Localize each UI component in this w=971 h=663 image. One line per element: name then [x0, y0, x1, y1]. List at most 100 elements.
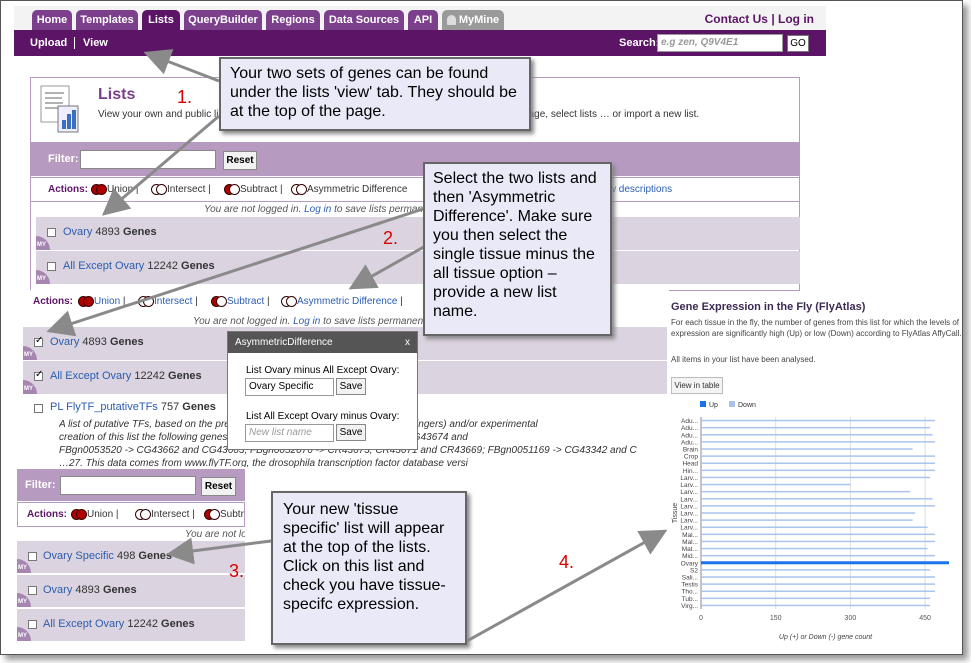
bar-down	[701, 476, 931, 479]
intersect-icon	[138, 296, 154, 307]
list-checkbox[interactable]	[34, 335, 43, 347]
y-tick-label: Sali...	[682, 575, 698, 582]
new-list-name-input-1[interactable]: Ovary Specific	[245, 378, 334, 396]
subnav-view[interactable]: View	[74, 37, 108, 49]
list-name[interactable]: All Except Ovary	[63, 260, 144, 272]
y-tick-label: Mal...	[682, 539, 698, 546]
intersect-icon	[151, 184, 167, 195]
subtract-action[interactable]: Subtract |	[211, 296, 270, 307]
list-name[interactable]: Ovary	[63, 226, 92, 238]
subtract-action[interactable]: Subtract	[204, 509, 244, 521]
search-input[interactable]: e.g zen, Q9V4E1	[657, 34, 783, 52]
list-checkbox[interactable]	[28, 620, 37, 629]
list-name[interactable]: Ovary Specific	[43, 550, 114, 562]
subtract-label: Subtract	[227, 296, 265, 308]
filter-input[interactable]	[80, 150, 216, 169]
list-checkbox[interactable]	[47, 262, 56, 271]
union-label: Union	[87, 509, 114, 521]
y-tick-label: Crop	[684, 454, 698, 461]
tab-mymine[interactable]: MyMine	[442, 10, 504, 30]
list-name[interactable]: Ovary	[50, 336, 79, 348]
asymmetric-difference-action[interactable]: Asymmetric Difference	[291, 184, 407, 195]
list-count: 12242	[147, 260, 178, 272]
list-item[interactable]: MY Ovary 4893 Genes	[17, 575, 245, 607]
filter-input[interactable]	[60, 476, 196, 495]
intersect-action[interactable]: Intersect |	[138, 296, 198, 307]
y-tick-label: Mal...	[682, 532, 698, 539]
tab-data-sources[interactable]: Data Sources	[324, 10, 404, 30]
save-button-2[interactable]: Save	[336, 424, 366, 441]
search-label: Search:	[619, 37, 660, 49]
subnav-upload[interactable]: Upload	[30, 37, 67, 49]
actions-label: Actions:	[48, 184, 88, 195]
contact-login-links[interactable]: Contact Us | Log in	[705, 12, 814, 26]
list-checkbox[interactable]	[34, 369, 43, 381]
callout-3: Your new 'tissue specific' list will app…	[271, 491, 467, 645]
tab-api[interactable]: API	[408, 10, 438, 30]
actions-bar: Actions: Union | Intersect | Subtract | …	[30, 177, 800, 202]
y-tick-label: Adu...	[681, 418, 698, 425]
reset-button[interactable]: Reset	[201, 477, 236, 496]
step-number-1: 1.	[177, 87, 193, 107]
go-button[interactable]: GO	[787, 35, 809, 52]
list-item[interactable]: MY Ovary Specific 498 Genes	[17, 541, 245, 573]
list-unit: Genes	[161, 618, 195, 630]
y-tick-label: S2	[690, 567, 698, 574]
list-name[interactable]: PL FlyTF_putativeTFs	[50, 401, 158, 413]
callout-1: Your two sets of genes can be found unde…	[219, 57, 531, 131]
y-tick-label: Hin...	[683, 468, 698, 475]
bar-down	[701, 540, 936, 543]
new-list-name-input-2[interactable]: New list name	[245, 424, 334, 442]
reset-button[interactable]: Reset	[223, 151, 257, 170]
bar-down	[701, 597, 931, 600]
my-badge: MY	[17, 627, 31, 641]
view-in-table-button[interactable]: View in table	[671, 377, 723, 394]
list-name[interactable]: All Except Ovary	[50, 370, 131, 382]
asymmetric-difference-action[interactable]: Asymmetric Difference |	[281, 296, 403, 307]
list-checkbox[interactable]	[34, 404, 43, 413]
save-button-1[interactable]: Save	[336, 378, 366, 395]
bar-down	[701, 419, 936, 422]
list-name[interactable]: All Except Ovary	[43, 618, 124, 630]
bar-down	[701, 434, 933, 436]
list-checkbox[interactable]	[28, 586, 37, 595]
list-item[interactable]: MY Ovary 4893 Genes	[36, 217, 800, 250]
list-checkbox[interactable]	[47, 228, 56, 237]
x-axis-label: Up (+) or Down (-) gene count	[779, 634, 873, 641]
tab-lists[interactable]: Lists	[142, 10, 180, 30]
tab-templates[interactable]: Templates	[76, 10, 138, 30]
list-count: 757	[160, 401, 180, 413]
bar-down	[701, 583, 936, 585]
union-action[interactable]: Union |	[91, 184, 139, 195]
tab-querybuilder[interactable]: QueryBuilder	[184, 10, 262, 30]
top-navigation: Home Templates Lists QueryBuilder Region…	[14, 6, 826, 30]
list-unit: Genes	[122, 226, 157, 238]
login-link[interactable]: Log in	[304, 204, 331, 215]
intersect-action[interactable]: Intersect |	[151, 184, 211, 195]
union-action[interactable]: Union |	[71, 509, 119, 520]
union-action[interactable]: Union |	[78, 296, 126, 307]
bar-down	[701, 512, 916, 514]
union-icon	[91, 184, 107, 195]
tab-regions[interactable]: Regions	[266, 10, 320, 30]
intersect-icon	[135, 509, 151, 520]
login-link[interactable]: Log in	[293, 316, 320, 327]
bar-down	[701, 590, 936, 592]
list-checkbox[interactable]	[28, 552, 37, 561]
list-item[interactable]: MY All Except Ovary 12242 Genes	[17, 609, 245, 641]
actions-bar: Actions: Union | Intersect | Subtract	[17, 502, 245, 527]
list-name[interactable]: Ovary	[43, 584, 72, 596]
x-tick-label: 300	[845, 615, 857, 622]
tab-home[interactable]: Home	[32, 10, 72, 30]
intersect-label: Intersect	[167, 184, 206, 196]
list-item[interactable]: MY All Except Ovary 12242 Genes	[36, 251, 800, 284]
x-tick-label: 0	[699, 615, 703, 622]
subtract-label: Subtract	[220, 509, 244, 521]
list-unit: Genes	[138, 550, 173, 562]
subtract-action[interactable]: Subtract |	[224, 184, 283, 195]
my-badge: MY	[17, 593, 31, 607]
close-icon[interactable]: x	[405, 332, 410, 353]
intersect-action[interactable]: Intersect |	[135, 509, 195, 520]
bar-down	[701, 569, 931, 571]
step-number-4: 4.	[559, 552, 575, 572]
